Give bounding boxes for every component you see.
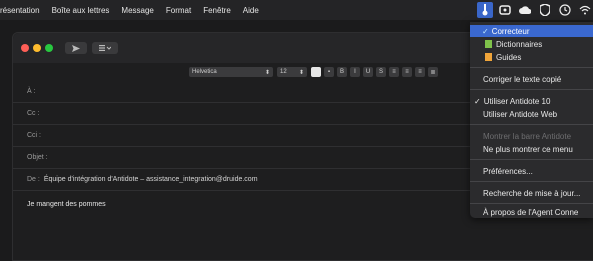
background-color-button[interactable]: ▪ (324, 67, 334, 77)
menu-separator (470, 124, 593, 125)
header-fields-button[interactable] (92, 42, 118, 54)
menu-item-label: Préférences... (483, 166, 533, 176)
text-color-button[interactable] (311, 67, 321, 77)
book-icon (485, 40, 492, 48)
close-button[interactable] (21, 44, 29, 52)
align-left-button[interactable]: ≡ (389, 67, 399, 77)
strikethrough-button[interactable]: S (376, 67, 386, 77)
menu-item-label: Montrer la barre Antidote (483, 131, 572, 141)
menu-item-label: Utiliser Antidote 10 (483, 96, 551, 106)
antidote-menu: ✓ Correcteur Dictionnaires Guides Corrig… (470, 22, 593, 218)
menu-item-mise-a-jour[interactable]: Recherche de mise à jour... (470, 187, 593, 199)
antidote-icon[interactable] (477, 2, 493, 18)
menu-item-guides[interactable]: Guides (470, 51, 593, 63)
list-button[interactable]: ≣ (428, 67, 438, 77)
menu-presentation[interactable]: résentation (0, 6, 46, 15)
send-button[interactable] (65, 42, 87, 54)
font-select[interactable]: Helvetica ⬍ (189, 67, 273, 77)
menu-mailbox[interactable]: Boîte aux lettres (46, 6, 116, 15)
from-value[interactable]: Équipe d'intégration d'Antidote – assist… (44, 176, 258, 183)
menu-item-montrer-barre: Montrer la barre Antidote (470, 130, 593, 142)
align-center-button[interactable]: ≡ (402, 67, 412, 77)
menu-item-label: Dictionnaires (496, 39, 543, 49)
menu-format[interactable]: Format (160, 6, 197, 15)
bold-button[interactable]: B (337, 67, 347, 77)
status-icons (473, 0, 593, 20)
from-label: De : (27, 176, 40, 183)
chevron-updown-icon: ⬍ (264, 69, 270, 76)
menu-separator (470, 67, 593, 68)
menu-item-antidote-10[interactable]: ✓ Utiliser Antidote 10 (470, 95, 593, 107)
menu-item-label: À propos de l'Agent Conne (483, 207, 579, 217)
menu-item-dictionnaires[interactable]: Dictionnaires (470, 38, 593, 50)
creative-cloud-icon[interactable] (497, 2, 513, 18)
cloud-icon[interactable] (517, 2, 533, 18)
menu-item-label: Correcteur (491, 26, 530, 36)
menu-item-label: Corriger le texte copié (483, 74, 562, 84)
menu-item-label: Recherche de mise à jour... (483, 188, 581, 198)
menu-item-preferences[interactable]: Préférences... (470, 165, 593, 177)
menu-message[interactable]: Message (115, 6, 159, 15)
checkmark-icon: ✓ (474, 96, 481, 106)
menu-bar: résentation Boîte aux lettres Message Fo… (0, 0, 593, 20)
underline-button[interactable]: U (363, 67, 373, 77)
align-right-button[interactable]: ≡ (415, 67, 425, 77)
menu-window[interactable]: Fenêtre (197, 6, 237, 15)
header-icon (99, 45, 111, 51)
zoom-button[interactable] (45, 44, 53, 52)
bcc-label: Cci : (27, 132, 41, 139)
menu-item-correcteur[interactable]: ✓ Correcteur (470, 25, 593, 37)
cc-label: Cc : (27, 110, 40, 117)
subject-label: Objet : (27, 154, 48, 161)
menu-separator (470, 181, 593, 182)
menu-item-label: Utiliser Antidote Web (483, 109, 558, 119)
chevron-updown-icon: ⬍ (298, 69, 304, 76)
menu-item-ne-plus-montrer[interactable]: Ne plus montrer ce menu (470, 143, 593, 155)
wifi-icon[interactable] (577, 2, 593, 18)
menu-item-corriger-copie[interactable]: Corriger le texte copié (470, 73, 593, 85)
menu-item-label: Ne plus montrer ce menu (483, 144, 573, 154)
shield-icon[interactable] (537, 2, 553, 18)
menu-item-a-propos[interactable]: À propos de l'Agent Conne (470, 206, 593, 218)
size-select[interactable]: 12 ⬍ (277, 67, 307, 77)
menu-help[interactable]: Aide (237, 6, 265, 15)
menu-separator (470, 203, 593, 204)
to-label: À : (27, 88, 36, 95)
font-name: Helvetica (192, 69, 217, 75)
menu-item-antidote-web[interactable]: Utiliser Antidote Web (470, 108, 593, 120)
italic-button[interactable]: I (350, 67, 360, 77)
menu-item-label: Guides (496, 52, 522, 62)
font-size: 12 (280, 69, 287, 75)
send-icon (72, 44, 80, 52)
checkmark-icon: ✓ (482, 26, 489, 36)
menu-separator (470, 89, 593, 90)
menu-separator (470, 159, 593, 160)
clock-icon[interactable] (557, 2, 573, 18)
guide-icon (485, 53, 492, 61)
minimize-button[interactable] (33, 44, 41, 52)
